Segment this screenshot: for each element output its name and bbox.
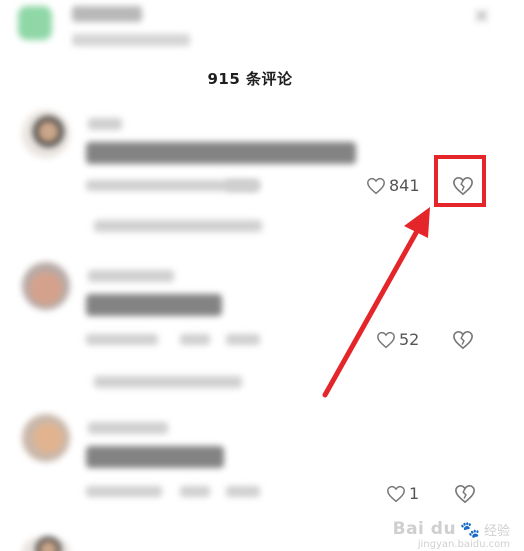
avatar[interactable] (22, 110, 70, 158)
avatar[interactable] (22, 536, 70, 551)
like-count: 52 (399, 330, 420, 349)
comment-meta (86, 486, 162, 497)
watermark: Bai du 🐾 经验 jingyan.baidu.com (392, 519, 510, 550)
reply-button[interactable] (226, 334, 260, 345)
heart-outline-icon (387, 485, 405, 502)
like-button[interactable]: 841 (366, 176, 420, 195)
like-button[interactable]: 52 (376, 330, 419, 349)
comment-nickname[interactable] (88, 118, 122, 130)
comment-meta (180, 334, 210, 345)
avatar[interactable] (22, 262, 70, 310)
app-icon (18, 6, 52, 40)
view-replies-link[interactable] (94, 220, 262, 232)
comment-text (86, 142, 356, 164)
comment-text (86, 294, 222, 316)
reply-button[interactable] (226, 180, 260, 191)
comment-text (86, 446, 224, 468)
like-button[interactable]: 1 (386, 484, 419, 503)
dislike-button[interactable] (452, 330, 474, 350)
like-count: 1 (409, 484, 420, 503)
app-banner[interactable]: ✕ (18, 4, 508, 52)
comment-meta (86, 334, 158, 345)
reply-button[interactable] (226, 486, 260, 497)
comment-count-title: 915 条评论 (207, 70, 293, 88)
heart-outline-icon (377, 331, 395, 348)
paw-icon: 🐾 (460, 519, 480, 539)
close-icon[interactable]: ✕ (473, 4, 490, 28)
comment-panel: ✕ 915 条评论 841 52 1 Bai du 🐾 经验 jingyan.b… (0, 0, 524, 551)
avatar[interactable] (22, 414, 70, 462)
app-banner-title (72, 6, 142, 22)
broken-heart-icon (455, 484, 475, 504)
watermark-brand: Bai du (392, 519, 457, 539)
heart-outline-icon (367, 177, 385, 194)
broken-heart-icon (453, 330, 473, 350)
watermark-domain: jingyan.baidu.com (417, 539, 510, 550)
highlight-box (434, 155, 486, 207)
comment-nickname[interactable] (88, 422, 168, 434)
view-replies-link[interactable] (94, 376, 242, 388)
comment-meta (180, 486, 210, 497)
like-count: 841 (389, 176, 420, 195)
watermark-suffix: 经验 (483, 523, 510, 539)
app-banner-subtitle (72, 34, 190, 46)
dislike-button[interactable] (454, 484, 476, 504)
comment-nickname[interactable] (88, 270, 174, 282)
